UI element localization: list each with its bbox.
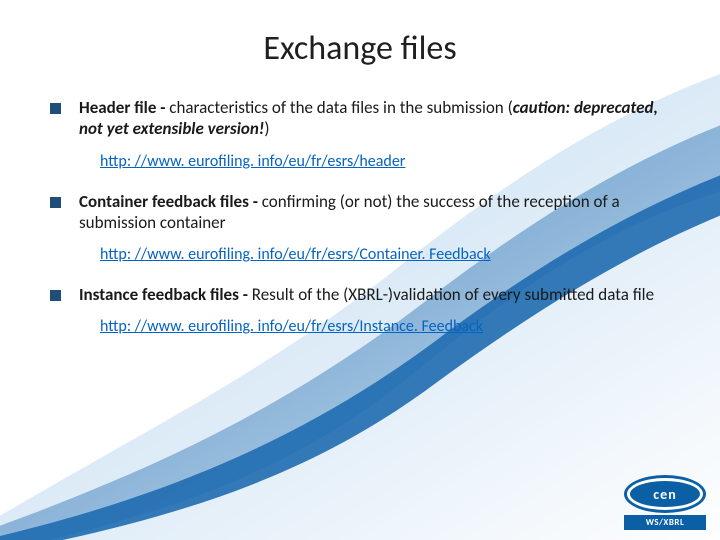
- slide-content: Exchange files Header file - characteris…: [0, 0, 720, 336]
- link-header[interactable]: http: //www. eurofiling. info/eu/fr/esrs…: [100, 152, 670, 171]
- bullet-marker-icon: [50, 197, 61, 208]
- cen-logo: cen WS/XBRL: [624, 475, 706, 530]
- bullet-marker-icon: [50, 290, 61, 301]
- link-instance-feedback[interactable]: http: //www. eurofiling. info/eu/fr/esrs…: [100, 317, 670, 336]
- bullet-text: Container feedback files - confirming (o…: [79, 191, 670, 234]
- logo-text-main: cen: [653, 486, 676, 503]
- slide-title: Exchange files: [50, 28, 670, 69]
- bullet-text: Instance feedback files - Result of the …: [79, 284, 654, 305]
- bullet-text: Header file - characteristics of the dat…: [79, 97, 670, 140]
- bullet-item: Instance feedback files - Result of the …: [50, 284, 670, 305]
- logo-text-sub: WS/XBRL: [624, 515, 706, 530]
- bullet-item: Header file - characteristics of the dat…: [50, 97, 670, 140]
- bullet-item: Container feedback files - confirming (o…: [50, 191, 670, 234]
- bullet-marker-icon: [50, 103, 61, 114]
- link-container-feedback[interactable]: http: //www. eurofiling. info/eu/fr/esrs…: [100, 245, 670, 264]
